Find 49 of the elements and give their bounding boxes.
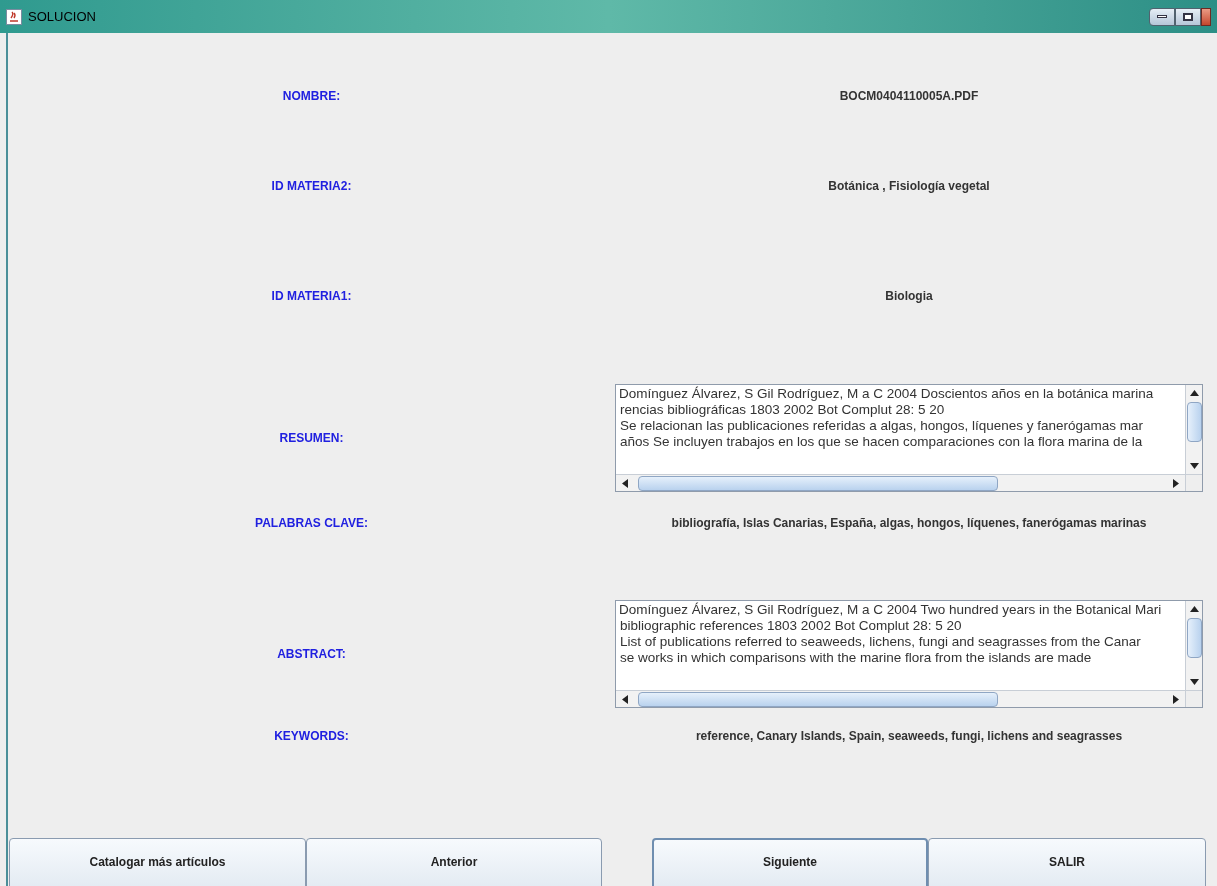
arrow-right-icon[interactable] [1173, 694, 1179, 704]
horizontal-scrollbar[interactable] [616, 475, 1185, 491]
window-title: SOLUCION [28, 7, 96, 26]
arrow-left-icon[interactable] [622, 694, 628, 704]
minimize-button[interactable] [1149, 7, 1175, 26]
action-button[interactable]: Siguiente [652, 838, 928, 886]
field-label: PALABRAS CLAVE: [255, 515, 368, 532]
field-value: bibliografía, Islas Canarias, España, algas, hongos, líquenes, fanerógamas marinas [671, 515, 1147, 532]
field-label: KEYWORDS: [274, 728, 349, 745]
arrow-down-icon[interactable] [1189, 679, 1199, 685]
vertical-scrollbar[interactable] [1185, 385, 1202, 474]
scroll-thumb[interactable] [1186, 618, 1202, 658]
field-label: ID MATERIA2: [271, 178, 352, 195]
arrow-down-icon[interactable] [1189, 463, 1199, 469]
action-button[interactable]: SALIR [928, 838, 1206, 886]
maximize-button[interactable] [1175, 7, 1201, 26]
field-value: BOCM0404110005A.PDF [839, 88, 979, 105]
text-line: bibliographic references 1803 2002 Bot Complut 28: 5 20 [619, 618, 962, 634]
field-value: Biologia [885, 288, 933, 305]
text-area[interactable] [615, 384, 1203, 492]
field-value: Botánica , Fisiología vegetal [828, 178, 990, 195]
action-button[interactable]: Catalogar más artículos [9, 838, 306, 886]
text-line: Se relacionan las publicaciones referidas a algas, hongos, líquenes y fanerógamas mar [619, 418, 1144, 434]
arrow-up-icon[interactable] [1189, 606, 1199, 612]
field-label: ABSTRACT: [277, 646, 346, 663]
action-button[interactable]: Anterior [306, 838, 602, 886]
scroll-thumb[interactable] [638, 475, 998, 491]
field-label: NOMBRE: [282, 88, 341, 105]
text-line: se works in which comparisons with the marine flora from the islands are made [619, 650, 1092, 666]
field-label: RESUMEN: [279, 430, 344, 447]
close-button[interactable] [1201, 7, 1211, 26]
vertical-scrollbar[interactable] [1185, 601, 1202, 690]
field-label: ID MATERIA1: [271, 288, 352, 305]
text-area[interactable] [615, 600, 1203, 708]
text-line: Domínguez Álvarez, S Gil Rodríguez, M a C 2004 Two hundred years in the Botanical Mari [619, 602, 1162, 618]
text-line: Domínguez Álvarez, S Gil Rodríguez, M a C 2004 Doscientos años en la botánica marina [619, 386, 1154, 402]
scroll-thumb[interactable] [1186, 402, 1202, 442]
arrow-right-icon[interactable] [1173, 478, 1179, 488]
app-icon [6, 8, 22, 25]
text-line: años Se incluyen trabajos en los que se hacen comparaciones con la flora marina de la [619, 434, 1143, 450]
horizontal-scrollbar[interactable] [616, 691, 1185, 707]
text-line: rencias bibliográficas 1803 2002 Bot Complut 28: 5 20 [619, 402, 945, 418]
scrollbar-corner [1185, 691, 1202, 707]
scroll-thumb[interactable] [638, 691, 998, 707]
arrow-left-icon[interactable] [622, 478, 628, 488]
field-value: reference, Canary Islands, Spain, seaweeds, fungi, lichens and seagrasses [695, 728, 1123, 745]
arrow-up-icon[interactable] [1189, 390, 1199, 396]
scrollbar-corner [1185, 475, 1202, 491]
text-line: List of publications referred to seaweeds, lichens, fungi and seagrasses from the Canar [619, 634, 1141, 650]
